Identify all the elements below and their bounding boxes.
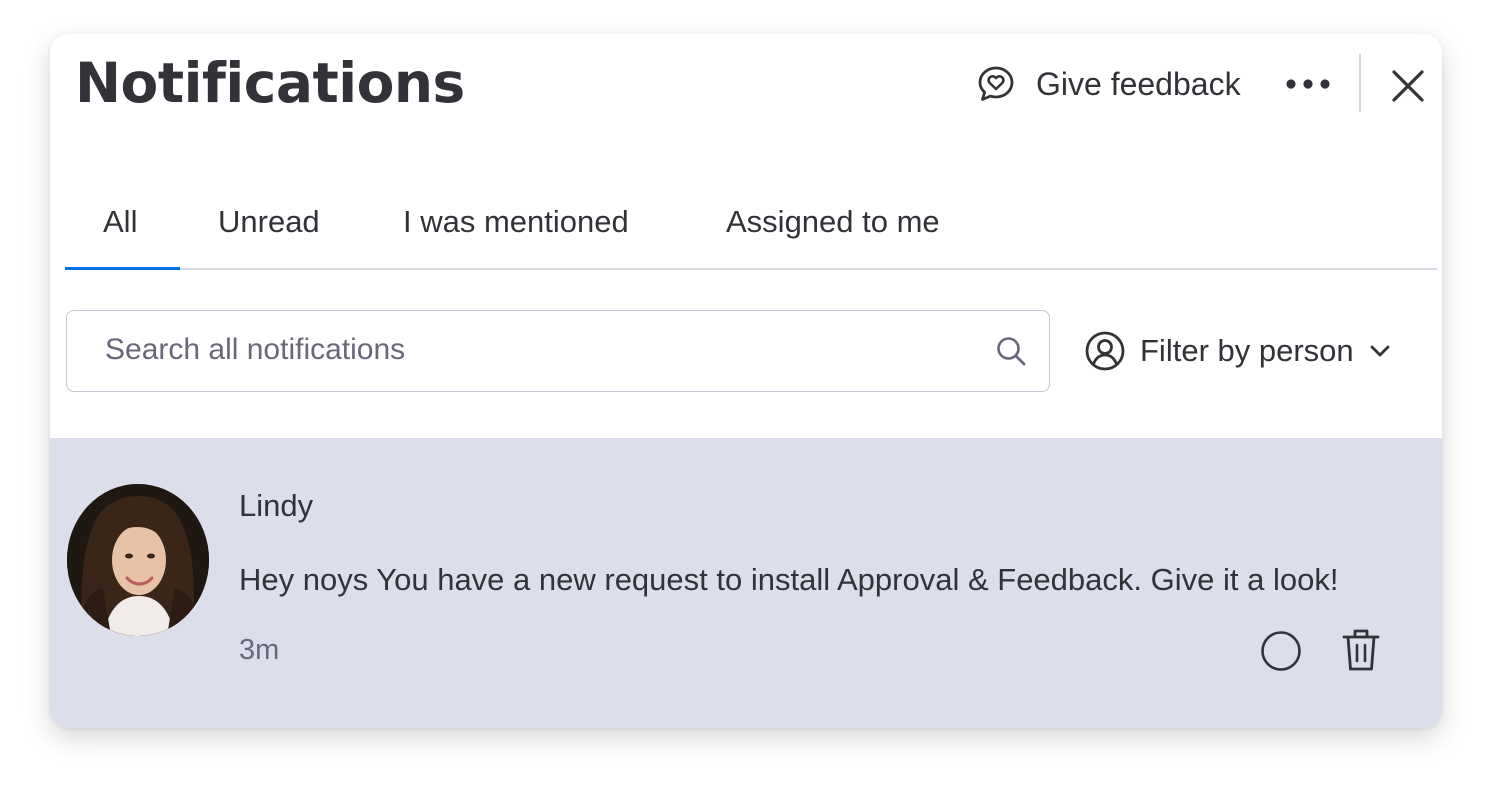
active-tab-indicator xyxy=(65,267,180,270)
circle-icon xyxy=(1261,631,1301,671)
give-feedback-label: Give feedback xyxy=(1036,65,1241,102)
tab-all[interactable]: All xyxy=(103,204,137,240)
chat-heart-icon xyxy=(976,64,1016,104)
trash-icon xyxy=(1342,629,1380,671)
person-circle-icon xyxy=(1084,330,1126,372)
tab-i-was-mentioned[interactable]: I was mentioned xyxy=(403,204,629,240)
give-feedback-button[interactable]: Give feedback xyxy=(976,62,1241,106)
tab-assigned-to-me[interactable]: Assigned to me xyxy=(726,204,940,240)
page-title: Notifications xyxy=(75,51,465,115)
notification-item[interactable]: Lindy Hey noys You have a new request to… xyxy=(50,438,1442,728)
search-input[interactable] xyxy=(105,311,965,389)
more-options-button[interactable] xyxy=(1282,64,1334,104)
notification-time: 3m xyxy=(239,634,280,666)
close-button[interactable] xyxy=(1386,64,1430,108)
notification-tabs: All Unread I was mentioned Assigned to m… xyxy=(65,194,1437,270)
notifications-panel: Notifications Give feedback All Unread I… xyxy=(50,34,1442,728)
tab-unread[interactable]: Unread xyxy=(218,204,320,240)
search-box xyxy=(66,310,1050,392)
delete-button[interactable] xyxy=(1338,626,1384,674)
notification-sender: Lindy xyxy=(239,488,314,523)
more-horizontal-icon xyxy=(1286,79,1330,89)
header-divider xyxy=(1359,54,1361,112)
filter-by-person-label: Filter by person xyxy=(1140,333,1354,368)
avatar xyxy=(67,484,209,636)
notification-message: Hey noys You have a new request to insta… xyxy=(239,562,1339,597)
mark-as-read-button[interactable] xyxy=(1258,628,1304,674)
filter-by-person-button[interactable]: Filter by person xyxy=(1084,328,1392,374)
chevron-down-icon xyxy=(1368,339,1392,363)
close-icon xyxy=(1392,70,1424,102)
search-icon[interactable] xyxy=(995,335,1027,367)
